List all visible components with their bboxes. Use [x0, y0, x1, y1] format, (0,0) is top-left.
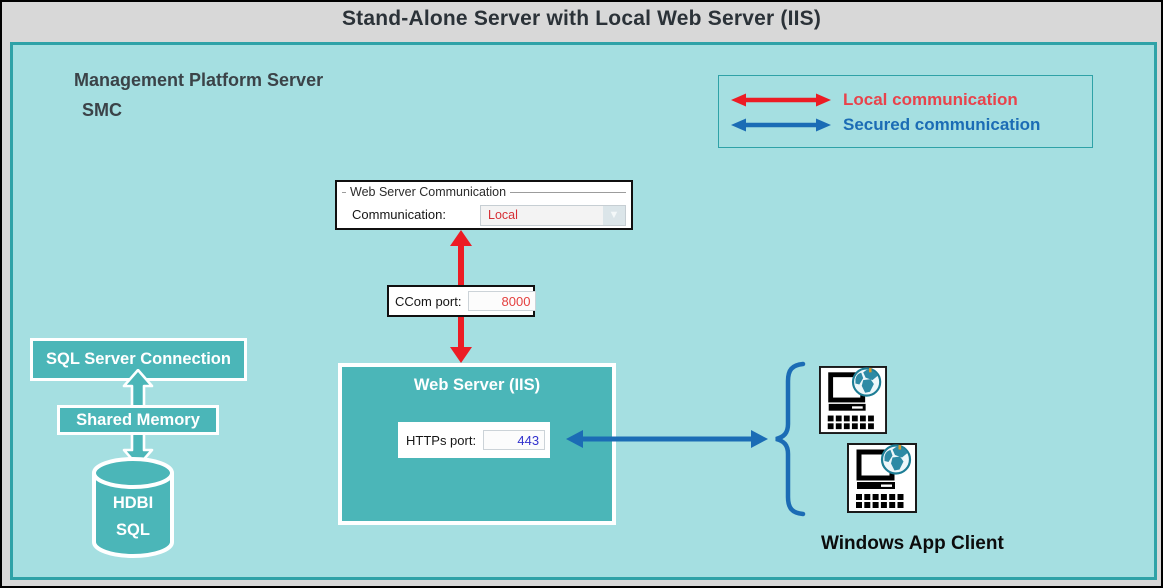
windows-app-client-label: Windows App Client [821, 533, 1004, 555]
legend-label-local: Local communication [843, 90, 1018, 110]
database-cylinder-label: HDBI SQL [90, 490, 176, 544]
panel-heading-line2: SMC [82, 100, 122, 121]
communication-dropdown-value: Local [488, 208, 518, 222]
shared-memory-box: Shared Memory [57, 405, 219, 435]
secured-communication-arrow-icon [731, 117, 831, 133]
sql-server-connection-label: SQL Server Connection [46, 350, 231, 369]
https-port-input[interactable] [483, 430, 545, 450]
communication-dropdown[interactable]: Local ▼ [480, 205, 626, 226]
shared-memory-label: Shared Memory [76, 411, 200, 430]
ccom-port-label: CCom port: [395, 294, 461, 309]
local-communication-arrow-icon [731, 92, 831, 108]
ccom-port-input[interactable] [468, 291, 536, 311]
web-server-iis-title: Web Server (IIS) [342, 376, 612, 395]
legend: Local communication Secured communicatio… [718, 75, 1093, 148]
https-port-label: HTTPs port: [406, 433, 476, 448]
computer-globe-icon [819, 366, 887, 434]
clients-brace-icon [772, 360, 806, 518]
ccom-port-box: CCom port: [387, 285, 535, 317]
legend-row-local: Local communication [731, 87, 1092, 112]
database-name-line1: HDBI [90, 490, 176, 517]
web-server-communication-box: Web Server Communication Communication: … [335, 180, 633, 230]
diagram-page: Stand-Alone Server with Local Web Server… [0, 0, 1163, 588]
panel-heading-line1: Management Platform Server [74, 70, 323, 91]
computer-globe-icon [847, 443, 917, 513]
secured-communication-horizontal-arrow [566, 427, 768, 451]
database-name-line2: SQL [90, 517, 176, 544]
communication-field-label: Communication: [352, 207, 446, 222]
chevron-down-icon[interactable]: ▼ [603, 206, 625, 225]
page-title: Stand-Alone Server with Local Web Server… [2, 7, 1161, 31]
groupbox-title: Web Server Communication [346, 185, 510, 199]
legend-row-secured: Secured communication [731, 112, 1092, 137]
https-port-box: HTTPs port: [398, 422, 550, 458]
legend-label-secured: Secured communication [843, 115, 1040, 135]
